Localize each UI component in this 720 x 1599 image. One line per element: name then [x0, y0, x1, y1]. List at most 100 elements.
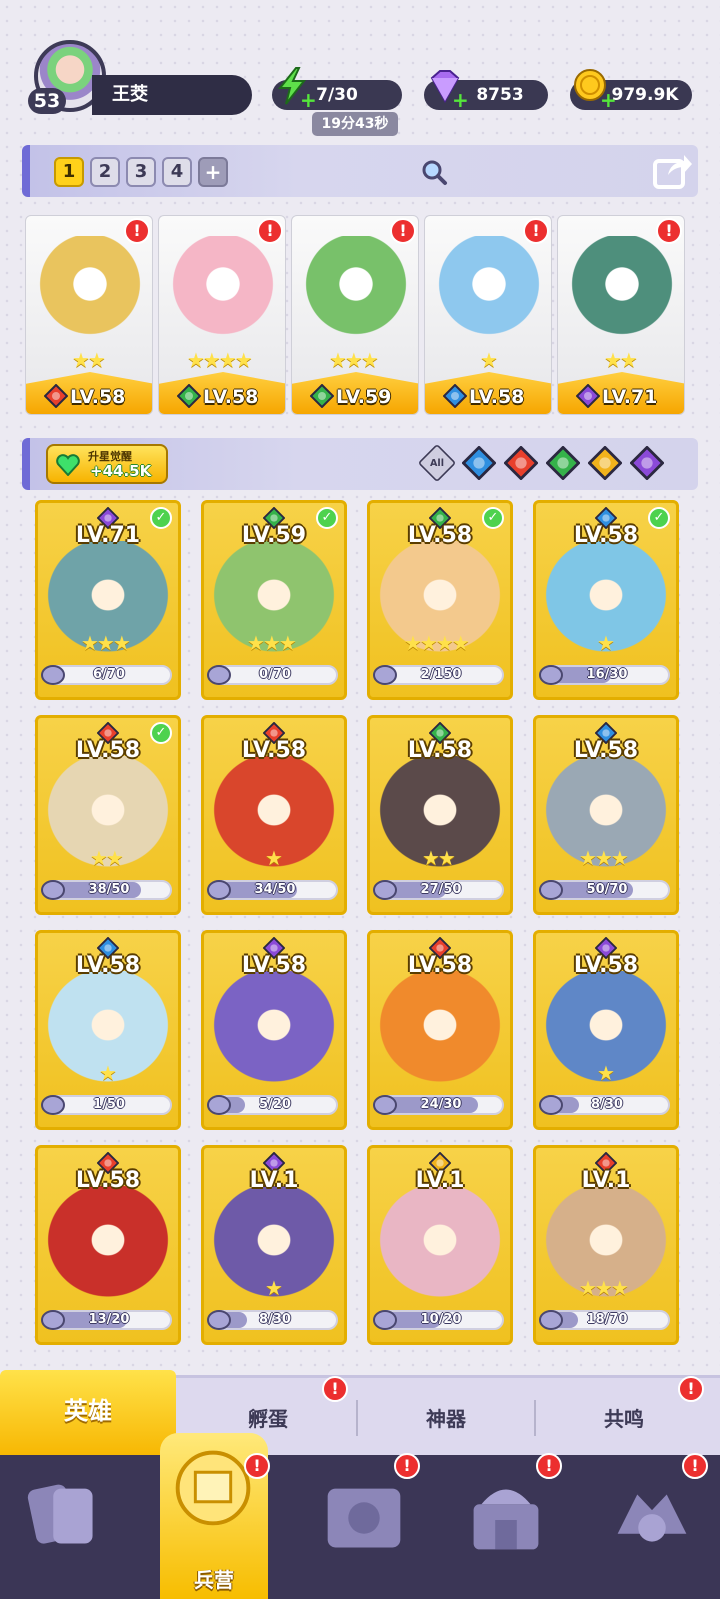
hero-stars: ★★: [90, 846, 124, 870]
hero-shard-icon: [207, 1095, 231, 1115]
hero-level: LV.58: [407, 738, 473, 763]
lineup-hero-card[interactable]: ★★★★ LV.58!: [158, 215, 286, 415]
tab-heroes[interactable]: 英雄: [0, 1370, 176, 1458]
player-name: 王茭: [92, 75, 252, 115]
checkmark-icon: ✓: [482, 507, 504, 529]
hero-card[interactable]: LV.58 ★★ 27/50: [367, 715, 513, 915]
hero-level: LV.58: [75, 1168, 141, 1193]
hero-level: LV.58: [573, 953, 639, 978]
star-awaken-button[interactable]: 升星觉醒 +44.5K: [46, 444, 168, 484]
hero-card[interactable]: LV.58 24/30: [367, 930, 513, 1130]
gold-add-icon[interactable]: +: [600, 90, 617, 110]
hero-card[interactable]: LV.71 ✓ ★★★ 6/70: [35, 500, 181, 700]
tab-label: 神器: [426, 1407, 466, 1431]
top-status-bar: 53 王茭 7/30 + 19分43秒 8753 + 979.9K +: [0, 0, 720, 140]
hero-card[interactable]: LV.58 ★ 1/50: [35, 930, 181, 1130]
hero-stars: ★★★★: [404, 631, 470, 655]
hero-card[interactable]: LV.58 ★ 8/30: [533, 930, 679, 1130]
hero-shard-icon: [539, 1095, 563, 1115]
team-tab-1[interactable]: 1: [54, 157, 84, 187]
hero-stars: ★★★★: [187, 348, 253, 372]
lineup-hero-card[interactable]: ★★ LV.71!: [557, 215, 685, 415]
filter-light-button[interactable]: [587, 445, 623, 481]
cards-icon: [27, 1484, 93, 1544]
lineup-hero-card[interactable]: ★★ LV.58!: [25, 215, 153, 415]
shop-icon: [473, 1489, 539, 1550]
hero-shard-icon: [41, 665, 65, 685]
hero-stars: ★: [265, 846, 283, 870]
lineup-hero-card[interactable]: ★ LV.58!: [424, 215, 552, 415]
hero-stars: ★★★: [81, 631, 131, 655]
hero-shard-icon: [373, 1095, 397, 1115]
team-tab-4[interactable]: 4: [162, 157, 192, 187]
team-tab-3[interactable]: 3: [126, 157, 156, 187]
hero-card[interactable]: LV.58 ★★★ 50/70: [533, 715, 679, 915]
alert-badge: !: [682, 1453, 708, 1479]
nav-guild-button[interactable]: [598, 1465, 708, 1575]
hero-level: LV.59: [336, 386, 392, 408]
gems-add-icon[interactable]: +: [452, 90, 469, 110]
hero-card[interactable]: LV.58 13/20: [35, 1145, 181, 1345]
search-icon[interactable]: [420, 158, 448, 186]
hero-stars: ★★★: [579, 846, 629, 870]
hero-level: LV.58: [70, 386, 126, 408]
nav-label: 兵营: [194, 1568, 234, 1592]
hero-card[interactable]: LV.58 5/20: [201, 930, 347, 1130]
filter-fire-button[interactable]: [503, 445, 539, 481]
hero-card[interactable]: LV.1 ★★★ 18/70: [533, 1145, 679, 1345]
hero-card[interactable]: LV.1 10/20: [367, 1145, 513, 1345]
hero-card[interactable]: LV.58 ✓ ★★★★ 2/150: [367, 500, 513, 700]
hero-level: LV.1: [249, 1168, 299, 1193]
hero-stars: ★★: [422, 846, 456, 870]
dark-element-icon: [629, 445, 665, 481]
sub-tabs: 英雄 孵蛋! 神器 共鸣!: [0, 1370, 720, 1458]
hero-stars: ★: [597, 631, 615, 655]
share-icon[interactable]: [652, 151, 694, 191]
nav-map-button[interactable]: [310, 1465, 420, 1575]
filter-all-label: All: [429, 457, 444, 469]
water-element-icon: [443, 384, 467, 408]
filter-nature-button[interactable]: [545, 445, 581, 481]
hero-stars: ★: [99, 1061, 117, 1085]
gems-value: 8753: [476, 85, 524, 105]
hero-portrait: [302, 236, 410, 356]
energy-add-icon[interactable]: +: [300, 90, 317, 110]
nature-element-icon: [545, 445, 581, 481]
nav-cards-button[interactable]: [14, 1465, 124, 1575]
hero-card[interactable]: LV.58 ✓ ★ 16/30: [533, 500, 679, 700]
tab-artifacts[interactable]: 神器: [358, 1378, 534, 1458]
hero-level: LV.58: [469, 386, 525, 408]
alert-badge: !: [322, 1376, 348, 1402]
hero-filter-bar: 升星觉醒 +44.5K All: [22, 438, 698, 490]
hero-card[interactable]: LV.59 ✓ ★★★ 0/70: [201, 500, 347, 700]
filter-dark-button[interactable]: [629, 445, 665, 481]
hero-level: LV.58: [241, 953, 307, 978]
hero-card[interactable]: LV.1 ★ 8/30: [201, 1145, 347, 1345]
filter-water-button[interactable]: [461, 445, 497, 481]
awaken-value: +44.5K: [90, 462, 152, 480]
team-tab-2[interactable]: 2: [90, 157, 120, 187]
nav-shop-button[interactable]: [452, 1465, 562, 1575]
alert-badge: !: [244, 1453, 270, 1479]
hero-shard-icon: [41, 1310, 65, 1330]
team-lineup: ★★ LV.58! ★★★★ LV.58! ★★★ LV.59! ★ LV.58! ★★ LV.7…: [25, 215, 701, 415]
dark-element-icon: [576, 384, 600, 408]
nature-element-icon: [310, 384, 334, 408]
hero-portrait: [370, 1186, 510, 1306]
hero-card[interactable]: LV.58 ★ 34/50: [201, 715, 347, 915]
filter-all-button[interactable]: All: [417, 443, 457, 483]
hero-shard-icon: [41, 1095, 65, 1115]
hero-stars: ★: [597, 1061, 615, 1085]
tab-divider: [356, 1400, 358, 1436]
add-team-button[interactable]: +: [198, 157, 228, 187]
lineup-hero-card[interactable]: ★★★ LV.59!: [291, 215, 419, 415]
hero-stars: ★: [265, 1276, 283, 1300]
map-icon: [327, 1488, 401, 1548]
hero-card[interactable]: LV.58 ✓ ★★ 38/50: [35, 715, 181, 915]
checkmark-icon: ✓: [316, 507, 338, 529]
hero-portrait: [169, 236, 277, 356]
tab-divider: [534, 1400, 536, 1436]
nature-element-icon: [177, 384, 201, 408]
hero-stars: ★★★: [579, 1276, 629, 1300]
bottom-navigation: 兵营!!!!: [0, 1433, 720, 1599]
